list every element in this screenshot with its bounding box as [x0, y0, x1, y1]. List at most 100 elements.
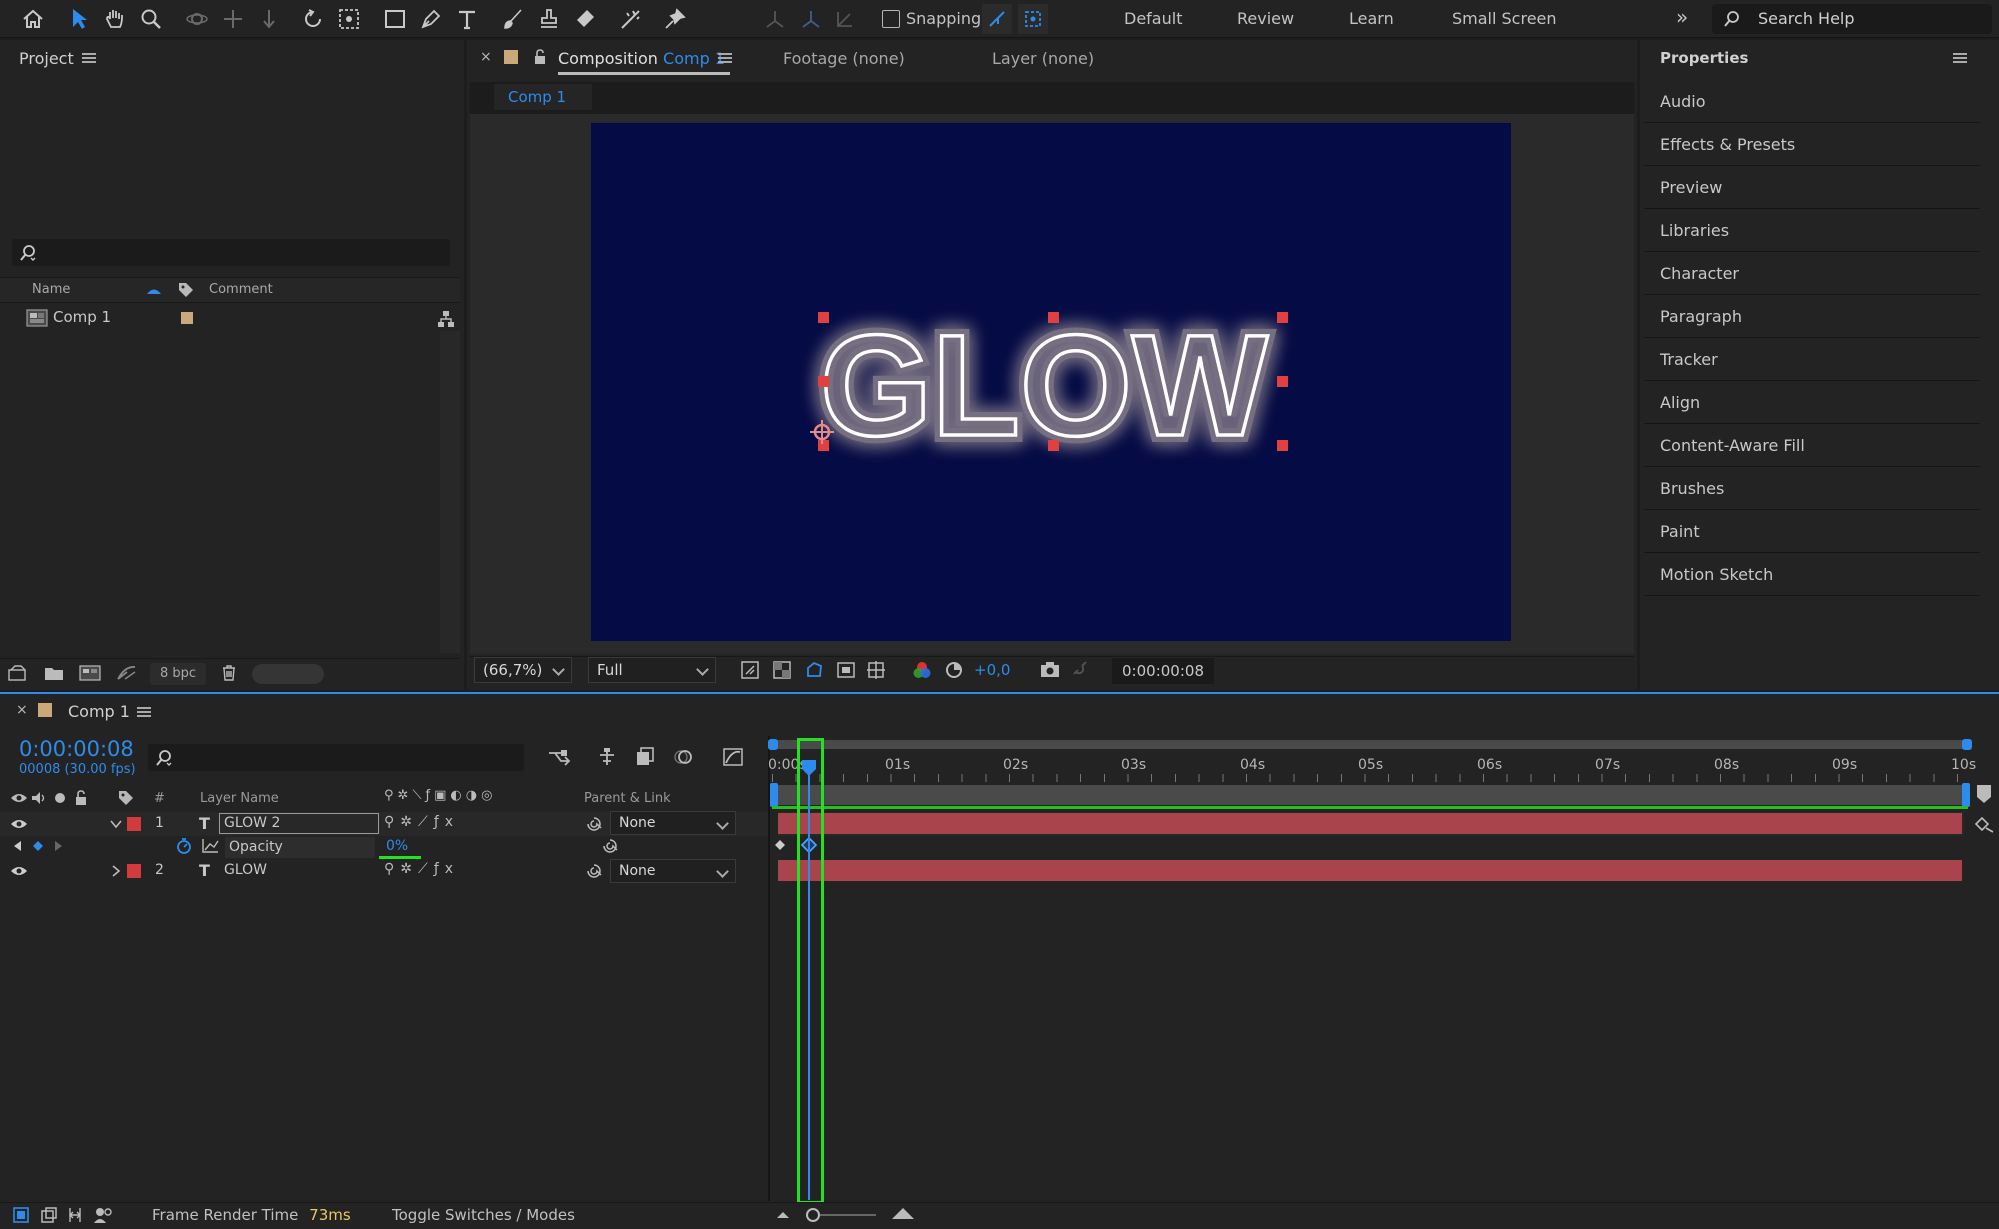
- timeline-search-input[interactable]: [148, 744, 524, 771]
- exposure-value[interactable]: +0,0: [974, 661, 1010, 679]
- pan-behind-tool-icon[interactable]: [334, 4, 364, 34]
- axis-view-icon[interactable]: [830, 4, 860, 34]
- frame-blending-icon[interactable]: [632, 744, 658, 770]
- label-tag-icon[interactable]: [176, 280, 196, 300]
- layer-1-pickwhip-icon[interactable]: [584, 814, 604, 834]
- flowchart-icon[interactable]: [436, 309, 456, 329]
- close-tab-icon[interactable]: ×: [480, 49, 492, 65]
- lock-icon[interactable]: [532, 48, 548, 66]
- sort-ascending-icon[interactable]: [146, 284, 162, 296]
- layer-2-expand-chevron-icon[interactable]: [108, 863, 124, 879]
- grid-guides-icon[interactable]: [864, 658, 888, 682]
- add-keyframe-icon[interactable]: [30, 838, 46, 854]
- layer-2-pickwhip-icon[interactable]: [584, 861, 604, 881]
- reset-exposure-icon[interactable]: [942, 658, 966, 682]
- properties-item-effects-presets[interactable]: Effects & Presets: [1644, 124, 1980, 166]
- project-search-input[interactable]: [12, 239, 450, 266]
- render-time-icon[interactable]: [92, 1205, 114, 1225]
- composition-tab[interactable]: Composition Comp 1: [558, 49, 725, 68]
- layer-1-visibility-icon[interactable]: [10, 816, 28, 832]
- properties-menu-icon[interactable]: [1953, 53, 1967, 63]
- color-channels-icon[interactable]: [910, 658, 934, 682]
- work-area-bar[interactable]: [772, 785, 1970, 805]
- work-area-start-handle[interactable]: [770, 783, 778, 807]
- comp-marker-bin-icon[interactable]: [1976, 784, 1992, 804]
- properties-item-libraries[interactable]: Libraries: [1644, 210, 1980, 252]
- search-help-box[interactable]: Search Help: [1712, 4, 1992, 34]
- opacity-value[interactable]: 0%: [386, 838, 408, 854]
- column-comment-header[interactable]: Comment: [209, 282, 273, 297]
- layer-switches-icon[interactable]: [10, 1205, 32, 1225]
- in-out-stretch-icon[interactable]: [64, 1205, 86, 1225]
- transform-handle[interactable]: [1048, 312, 1059, 323]
- fast-previews-icon[interactable]: [738, 658, 762, 682]
- workspace-review[interactable]: Review: [1237, 9, 1294, 28]
- layer-1-shy-icon[interactable]: ⚲: [384, 814, 400, 830]
- next-keyframe-icon[interactable]: [52, 838, 66, 854]
- bit-depth-button[interactable]: 8 bpc: [150, 663, 206, 685]
- workspace-learn[interactable]: Learn: [1349, 9, 1394, 28]
- layer-2-shy-icon[interactable]: ⚲: [384, 861, 400, 877]
- layer-name-header[interactable]: Layer Name: [200, 791, 279, 806]
- axis-local-icon[interactable]: [760, 4, 790, 34]
- type-tool-icon[interactable]: [452, 4, 482, 34]
- layer-2-label-color[interactable]: [127, 864, 141, 878]
- time-navigator-start-handle[interactable]: [768, 739, 778, 750]
- toggle-switches-modes-button[interactable]: Toggle Switches / Modes: [392, 1206, 575, 1224]
- orbit-camera-icon[interactable]: [182, 4, 212, 34]
- zoom-tool-icon[interactable]: [136, 4, 166, 34]
- properties-item-preview[interactable]: Preview: [1644, 167, 1980, 209]
- composition-menu-icon[interactable]: [718, 53, 732, 63]
- timeline-menu-icon[interactable]: [137, 707, 151, 717]
- graph-toggle-icon[interactable]: [200, 836, 220, 856]
- new-folder-icon[interactable]: [42, 662, 66, 684]
- trash-icon[interactable]: [218, 662, 240, 684]
- layer-1-fx-icon[interactable]: ƒx: [434, 814, 459, 830]
- anchor-point-icon[interactable]: [808, 418, 836, 446]
- properties-item-align[interactable]: Align: [1644, 382, 1980, 424]
- footage-tab[interactable]: Footage (none): [783, 49, 905, 68]
- close-timeline-icon[interactable]: ×: [16, 702, 28, 718]
- hand-tool-icon[interactable]: [100, 4, 130, 34]
- pen-tool-icon[interactable]: [416, 4, 446, 34]
- layer-1-name[interactable]: GLOW 2: [219, 813, 379, 834]
- zoom-in-timeline-icon[interactable]: [890, 1203, 916, 1223]
- viewer-current-time[interactable]: 0:00:00:08: [1112, 658, 1214, 684]
- transparency-grid-icon[interactable]: [770, 658, 794, 682]
- zoom-dropdown[interactable]: (66,7%): [474, 657, 572, 683]
- properties-item-brushes[interactable]: Brushes: [1644, 468, 1980, 510]
- transform-handle[interactable]: [1048, 440, 1059, 451]
- layer-2-collapse-icon[interactable]: ✲: [400, 861, 418, 877]
- transform-handle[interactable]: [818, 376, 829, 387]
- mask-visibility-icon[interactable]: [802, 658, 826, 682]
- opacity-property-label[interactable]: Opacity: [225, 837, 375, 858]
- composition-label-color[interactable]: [504, 50, 518, 64]
- project-item-row[interactable]: Comp 1: [0, 305, 460, 331]
- snap-edges-icon[interactable]: [982, 4, 1012, 34]
- transfer-controls-icon[interactable]: [38, 1205, 60, 1225]
- work-area-end-handle[interactable]: [1962, 783, 1970, 807]
- workspace-default[interactable]: Default: [1124, 9, 1182, 28]
- layer-1-pickwhip-end-icon[interactable]: [1972, 814, 1996, 834]
- show-snapshot-icon[interactable]: [1068, 658, 1092, 682]
- timeline-current-time[interactable]: 0:00:00:08: [19, 737, 134, 761]
- clone-stamp-tool-icon[interactable]: [534, 4, 564, 34]
- snapshot-camera-icon[interactable]: [1038, 658, 1062, 682]
- snap-features-icon[interactable]: [1018, 4, 1048, 34]
- layer-2-duration-bar[interactable]: [778, 860, 1962, 881]
- timeline-comp-tab[interactable]: Comp 1: [68, 702, 130, 721]
- pan-camera-icon[interactable]: [218, 4, 248, 34]
- opacity-pickwhip-icon[interactable]: [600, 836, 620, 856]
- timeline-comp-label-color[interactable]: [38, 703, 52, 717]
- composition-canvas[interactable]: GLOW GLOW: [591, 123, 1511, 641]
- properties-item-character[interactable]: Character: [1644, 253, 1980, 295]
- resolution-dropdown[interactable]: Full: [588, 657, 716, 683]
- layer-1-quality-icon[interactable]: ⟋: [418, 814, 434, 830]
- thumbnail-size-slider[interactable]: [252, 664, 324, 684]
- layer-2-switches[interactable]: ⚲✲⟋ƒx: [384, 861, 459, 877]
- properties-item-paint[interactable]: Paint: [1644, 511, 1980, 553]
- layer-1-collapse-icon[interactable]: ✲: [400, 814, 418, 830]
- snapping-checkbox[interactable]: [882, 10, 900, 28]
- region-of-interest-icon[interactable]: [834, 658, 858, 682]
- layer-1-parent-dropdown[interactable]: None: [610, 811, 736, 835]
